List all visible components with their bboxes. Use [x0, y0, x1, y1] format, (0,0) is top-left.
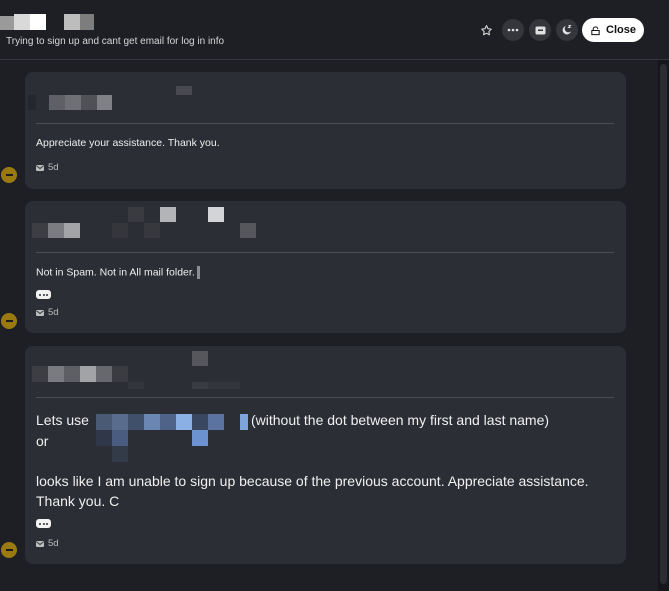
archive-icon: [535, 26, 545, 34]
conversation-header: Trying to sign up and cant get email for…: [0, 0, 669, 60]
show-more-button[interactable]: [36, 290, 51, 299]
message-line-1: Lets use: [36, 410, 89, 431]
more-options-button[interactable]: [502, 19, 524, 41]
message-card-2[interactable]: Not in Spam. Not in All mail folder. 5d: [25, 201, 626, 333]
close-label: Close: [606, 24, 636, 36]
message-card-1[interactable]: Appreciate your assistance. Thank you. 5…: [25, 72, 626, 189]
mail-icon: [36, 540, 44, 547]
message-meta: 5d: [36, 538, 59, 549]
message-text-content: Not in Spam. Not in All mail folder.: [36, 266, 195, 279]
star-icon: [480, 24, 492, 35]
message-line-1-prefix: Lets use: [36, 412, 89, 428]
message-divider: [36, 397, 614, 398]
message-meta: 5d: [36, 162, 59, 173]
more-dots-icon: [507, 28, 519, 32]
mail-icon: [36, 164, 44, 171]
mail-icon: [36, 309, 44, 316]
snooze-icon: [562, 25, 572, 35]
message-line-1-suffix: (without the dot between my first and la…: [251, 412, 550, 428]
message-text: Not in Spam. Not in All mail folder.: [36, 266, 200, 279]
minus-icon: [5, 320, 13, 322]
scrollbar[interactable]: [658, 60, 669, 591]
more-dot: [42, 522, 45, 525]
message-card-3[interactable]: Lets use (without the dot between my fir…: [25, 346, 626, 564]
message-line-3: looks like I am unable to sign up becaus…: [36, 473, 589, 489]
scrollbar-thumb[interactable]: [660, 64, 667, 584]
message-age: 5d: [48, 307, 59, 318]
conversation-subtitle: Trying to sign up and cant get email for…: [6, 36, 225, 47]
message-age: 5d: [48, 538, 59, 549]
close-button[interactable]: Close: [582, 18, 644, 42]
more-dot: [46, 522, 48, 525]
message-age: 5d: [48, 162, 59, 173]
status-badge-1[interactable]: [1, 167, 17, 183]
message-line-4: Thank you. C: [36, 493, 120, 509]
message-line-2: or: [36, 433, 49, 449]
more-dot: [46, 293, 48, 296]
more-dot: [42, 293, 45, 296]
close-lock-icon: [591, 25, 600, 35]
message-meta: 5d: [36, 307, 59, 318]
status-badge-3[interactable]: [1, 542, 17, 558]
message-divider: [36, 123, 614, 124]
status-badge-2[interactable]: [1, 313, 17, 329]
minus-icon: [5, 174, 13, 176]
star-button[interactable]: [475, 19, 497, 41]
snooze-button[interactable]: [556, 19, 578, 41]
message-text: Appreciate your assistance. Thank you.: [36, 137, 220, 149]
text-cursor: [196, 266, 200, 279]
show-more-button[interactable]: [36, 519, 51, 528]
minus-icon: [5, 549, 13, 551]
conversation-title-redacted: [0, 14, 100, 32]
message-divider: [36, 252, 614, 253]
more-dot: [39, 522, 41, 525]
archive-button[interactable]: [529, 19, 551, 41]
more-dot: [39, 293, 41, 296]
